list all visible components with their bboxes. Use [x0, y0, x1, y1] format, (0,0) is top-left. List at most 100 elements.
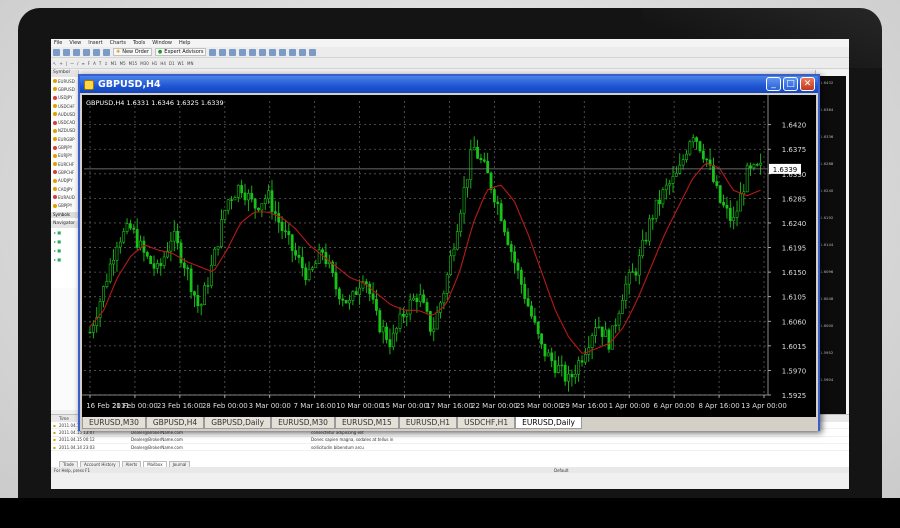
symbol-row[interactable]: EURJPY	[51, 152, 78, 160]
data-window-icon[interactable]	[83, 48, 90, 56]
vline-icon[interactable]: |	[66, 61, 67, 66]
candle-body	[624, 283, 628, 301]
chart-tab[interactable]: EURUSD,Daily	[515, 417, 582, 429]
background-price-label: 1.6144	[820, 242, 834, 247]
chart-tab[interactable]: EURUSD,M30	[82, 417, 146, 429]
chart-window-titlebar[interactable]: GBPUSD,H4 _ □ ✕	[80, 76, 818, 93]
symbol-row[interactable]: USDCAD	[51, 118, 78, 126]
candle-body	[637, 255, 641, 276]
periods-icon[interactable]	[299, 48, 307, 56]
y-tick-label: 1.5970	[782, 367, 807, 375]
candle-body	[263, 198, 267, 204]
mailbox-row[interactable]: ▪ 2011.04.15 00:12 Dealer@BrokerName.com Do…	[51, 437, 849, 444]
hline-icon[interactable]: —	[70, 61, 74, 66]
minimize-button[interactable]: _	[766, 77, 781, 91]
candle-body	[220, 219, 223, 247]
symbol-row[interactable]: EURCHF	[51, 160, 78, 168]
chart-tab[interactable]: EURUSD,M15	[334, 417, 399, 429]
symbols-tab[interactable]: Symbols	[51, 211, 78, 218]
chart-shift-icon[interactable]	[279, 48, 287, 56]
chart-window[interactable]: GBPUSD,H4 _ □ ✕ 1.6420 1.6375 1.6330 1.6285…	[78, 74, 820, 431]
chart-tab[interactable]: GBPUSD,H4	[145, 417, 205, 429]
navigator-icon[interactable]	[93, 48, 100, 56]
candle-body	[344, 299, 348, 304]
tf-mn[interactable]: MN	[187, 61, 193, 66]
channel-icon[interactable]: ≡	[81, 61, 84, 66]
y-tick-label: 1.6240	[782, 220, 807, 228]
candle-body	[685, 153, 688, 160]
tf-w1[interactable]: W1	[178, 61, 185, 66]
profiles-icon[interactable]	[63, 48, 70, 56]
navigator-tree[interactable]: ▸ ■ ▸ ■ ▸ ■ ▸ ■	[51, 227, 78, 288]
menu-tools[interactable]: Tools	[133, 40, 145, 46]
menu-window[interactable]: Window	[152, 40, 172, 46]
candle-body	[557, 365, 560, 373]
symbol-row[interactable]: GBPUSD	[51, 85, 78, 93]
symbol-row[interactable]: USDJPY	[51, 94, 78, 102]
cursor-icon[interactable]: ↖	[53, 61, 56, 66]
tf-m1[interactable]: M1	[111, 61, 117, 66]
symbol-row[interactable]: EURUSD	[51, 77, 78, 85]
symbol-row[interactable]: GBPJPY	[51, 201, 78, 209]
menu-help[interactable]: Help	[179, 40, 190, 46]
terminal-icon[interactable]	[103, 48, 110, 56]
arrows-icon[interactable]: ↕	[104, 61, 107, 66]
expert-advisors-button[interactable]: ● Expert Advisors	[154, 48, 207, 56]
new-chart-icon[interactable]	[53, 48, 60, 56]
symbol-row[interactable]: GBPCHF	[51, 168, 78, 176]
zoom-out-icon[interactable]	[249, 48, 257, 56]
symbol-row[interactable]: USDCHF	[51, 102, 78, 110]
menu-file[interactable]: File	[54, 40, 62, 46]
templates-icon[interactable]	[309, 48, 317, 56]
line-chart-icon[interactable]	[229, 48, 237, 56]
chart-tab[interactable]: GBPUSD,Daily	[204, 417, 272, 429]
candle-body	[135, 229, 139, 248]
chart-area[interactable]: 1.6420 1.6375 1.6330 1.6285 1.6240 1.6195 1.61…	[82, 95, 816, 417]
symbol-row[interactable]: EURAUD	[51, 193, 78, 201]
tf-h1[interactable]: H1	[152, 61, 158, 66]
chart-tab[interactable]: EURUSD,H1	[398, 417, 458, 429]
symbol-row[interactable]: NZDUSD	[51, 127, 78, 135]
symbol-name: AUDUSD	[58, 111, 76, 117]
symbol-row[interactable]: GBPJPY	[51, 143, 78, 151]
symbol-row[interactable]: AUDUSD	[51, 110, 78, 118]
menu-view[interactable]: View	[69, 40, 81, 46]
mailbox-row[interactable]: ▪ 2011.04.14 23:03 Dealer@BrokerName.com so…	[51, 444, 849, 452]
candle-body	[755, 164, 759, 166]
tile-windows-icon[interactable]	[259, 48, 267, 56]
crosshair-icon[interactable]: +	[59, 61, 62, 66]
candle-body	[489, 172, 493, 190]
y-tick-label: 1.5925	[782, 392, 807, 400]
tf-m15[interactable]: M15	[129, 61, 138, 66]
fibo-icon[interactable]: F	[88, 61, 90, 66]
symbol-row[interactable]: CADJPY	[51, 185, 78, 193]
market-watch-icon[interactable]	[73, 48, 80, 56]
maximize-button[interactable]: □	[783, 77, 798, 91]
candle-body	[152, 263, 156, 269]
new-order-button[interactable]: ✚ New Order	[113, 48, 152, 56]
bar-chart-icon[interactable]	[209, 48, 217, 56]
x-tick-label: 15 Mar 00:00	[381, 402, 428, 410]
indicators-icon[interactable]	[289, 48, 297, 56]
symbol-row[interactable]: AUDJPY	[51, 177, 78, 185]
close-button[interactable]: ✕	[800, 77, 815, 91]
text-icon[interactable]: A	[93, 61, 96, 66]
autoscroll-icon[interactable]	[269, 48, 277, 56]
menu-charts[interactable]: Charts	[110, 40, 126, 46]
menu-insert[interactable]: Insert	[88, 40, 102, 46]
tf-m30[interactable]: M30	[140, 61, 149, 66]
candle-chart-icon[interactable]	[219, 48, 227, 56]
chart-tab[interactable]: EURUSD,M30	[271, 417, 335, 429]
tf-d1[interactable]: D1	[169, 61, 175, 66]
chart-tab[interactable]: USDCHF,H1	[457, 417, 516, 429]
price-chart[interactable]: 1.64201.63751.63301.62851.62401.61951.61…	[82, 95, 816, 417]
candle-body	[415, 297, 419, 303]
tf-h4[interactable]: H4	[160, 61, 166, 66]
symbol-row[interactable]: EURGBP	[51, 135, 78, 143]
zoom-in-icon[interactable]	[239, 48, 247, 56]
label-icon[interactable]: T	[99, 61, 101, 66]
tf-m5[interactable]: M5	[120, 61, 126, 66]
symbol-name: AUDJPY	[58, 178, 73, 184]
trendline-icon[interactable]: /	[77, 61, 78, 66]
candle-body	[213, 248, 217, 266]
